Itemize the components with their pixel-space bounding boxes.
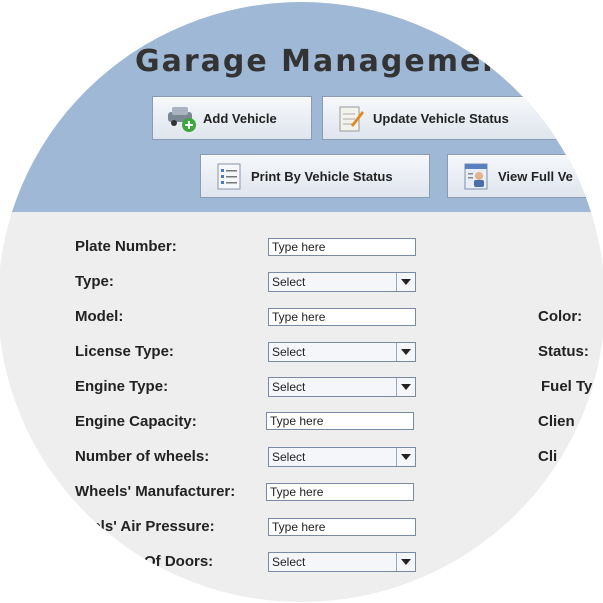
type-select[interactable]: Select — [268, 272, 416, 292]
app-window: Garage Management Add Vehicle Update Veh… — [0, 2, 603, 602]
wheels-manufacturer-label: Wheels' Manufacturer: — [75, 483, 236, 500]
model-label: Model: — [75, 308, 124, 325]
add-vehicle-label: Add Vehicle — [203, 110, 277, 126]
print-by-vehicle-status-button[interactable]: Print By Vehicle Status — [200, 154, 430, 198]
number-of-doors-select-value: Select — [272, 555, 306, 569]
type-label: Type: — [75, 273, 114, 290]
wheels-manufacturer-input[interactable]: Type here — [266, 483, 414, 501]
number-of-wheels-select[interactable]: Select — [268, 447, 416, 467]
chevron-down-icon[interactable] — [396, 343, 415, 361]
plate-number-input[interactable]: Type here — [268, 238, 416, 256]
wheels-air-pressure-input[interactable]: Type here — [268, 518, 416, 536]
wheels-air-pressure-label: eels' Air Pressure: — [84, 518, 215, 535]
engine-type-label: Engine Type: — [75, 378, 169, 395]
license-type-label: License Type: — [75, 343, 174, 360]
number-of-doors-select[interactable]: Select — [268, 552, 416, 572]
number-of-wheels-label: Number of wheels: — [75, 448, 210, 465]
license-type-select-value: Select — [272, 345, 306, 359]
engine-type-select[interactable]: Select — [268, 377, 416, 397]
engine-capacity-input[interactable]: Type here — [266, 412, 414, 430]
status-label: Status: — [538, 343, 589, 360]
fuel-type-label: Fuel Ty — [541, 378, 593, 395]
chevron-down-icon[interactable] — [396, 448, 415, 466]
number-of-doors-label: Of Doors: — [144, 553, 214, 570]
engine-type-select-value: Select — [272, 380, 306, 394]
app-title: Garage Management — [135, 44, 522, 79]
update-vehicle-status-button[interactable]: Update Vehicle Status — [322, 96, 562, 140]
chevron-down-icon[interactable] — [396, 378, 415, 396]
view-full-vehicle-label: View Full Ve — [498, 168, 573, 184]
type-select-value: Select — [272, 275, 306, 289]
engine-capacity-label: Engine Capacity: — [75, 413, 197, 430]
print-by-vehicle-status-label: Print By Vehicle Status — [251, 168, 393, 184]
client-phone-label: Cli — [538, 448, 558, 465]
list-document-icon — [213, 160, 245, 192]
update-vehicle-status-label: Update Vehicle Status — [373, 110, 509, 126]
color-label: Color: — [538, 308, 583, 325]
view-full-vehicle-button[interactable]: View Full Ve — [447, 154, 603, 198]
model-input[interactable]: Type here — [268, 308, 416, 326]
number-of-wheels-select-value: Select — [272, 450, 306, 464]
add-vehicle-button[interactable]: Add Vehicle — [152, 96, 312, 140]
header-bar: Garage Management Add Vehicle Update Veh… — [0, 2, 603, 212]
client-name-label: Clien — [538, 413, 575, 430]
chevron-down-icon[interactable] — [396, 273, 415, 291]
car-add-icon — [165, 102, 197, 134]
chevron-down-icon[interactable] — [396, 553, 415, 571]
plate-number-label: Plate Number: — [75, 238, 177, 255]
license-type-select[interactable]: Select — [268, 342, 416, 362]
edit-document-icon — [335, 102, 367, 134]
user-profile-icon — [460, 160, 492, 192]
